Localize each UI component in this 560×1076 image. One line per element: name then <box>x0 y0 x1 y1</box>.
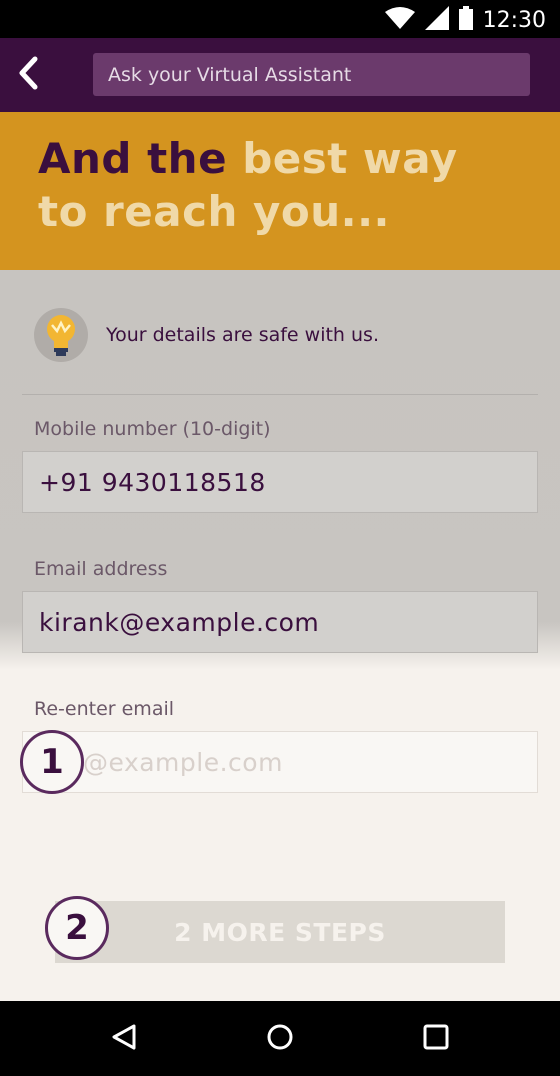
search-placeholder: Ask your Virtual Assistant <box>108 63 352 86</box>
cell-signal-icon <box>424 6 449 34</box>
divider <box>22 394 538 395</box>
safety-notice: Your details are safe with us. <box>34 308 379 362</box>
reenter-email-label: Re-enter email <box>34 698 175 720</box>
status-icons: 12:30 <box>384 6 546 34</box>
battery-icon <box>458 6 473 34</box>
step-badge-1: 1 <box>20 730 84 794</box>
system-nav-bar <box>0 1001 560 1076</box>
assistant-search-input[interactable]: Ask your Virtual Assistant <box>93 53 530 96</box>
email-field[interactable]: kirank@example.com <box>22 591 538 653</box>
more-steps-label: 2 MORE STEPS <box>174 917 386 947</box>
page-title: And the best way to reach you... <box>38 132 522 238</box>
status-bar: 12:30 <box>0 0 560 38</box>
back-button[interactable] <box>10 52 46 98</box>
wifi-icon <box>384 7 415 33</box>
home-circle-icon <box>266 1023 294 1055</box>
email-label: Email address <box>34 558 168 580</box>
mobile-field[interactable]: +91 9430118518 <box>22 451 538 513</box>
more-steps-button[interactable]: 2 MORE STEPS <box>55 901 505 963</box>
lightbulb-icon <box>34 308 88 362</box>
nav-back-button[interactable] <box>104 1019 144 1059</box>
nav-recents-button[interactable] <box>416 1019 456 1059</box>
recents-square-icon <box>423 1024 449 1054</box>
mobile-value: +91 9430118518 <box>39 467 266 497</box>
mobile-label: Mobile number (10-digit) <box>34 418 271 440</box>
back-triangle-icon <box>111 1023 137 1055</box>
title-emphasis: And the <box>38 134 243 183</box>
status-time: 12:30 <box>482 7 546 33</box>
app-toolbar: Ask your Virtual Assistant <box>0 38 560 112</box>
nav-home-button[interactable] <box>260 1019 300 1059</box>
form-content: Your details are safe with us. Mobile nu… <box>0 270 560 1001</box>
email-value: kirank@example.com <box>39 607 320 637</box>
chevron-left-icon <box>17 56 39 94</box>
page-header: And the best way to reach you... <box>0 112 560 270</box>
step-badge-2: 2 <box>45 896 109 960</box>
safety-text: Your details are safe with us. <box>106 324 379 346</box>
reenter-email-field[interactable]: @example.com <box>22 731 538 793</box>
reenter-email-placeholder: @example.com <box>83 747 283 777</box>
